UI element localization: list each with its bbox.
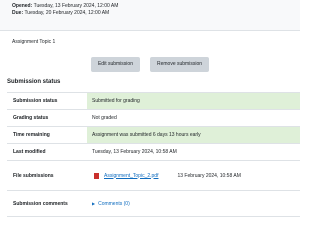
last-modified-value: Tuesday, 13 February 2024, 10:58 AM <box>87 143 300 161</box>
assignment-topic: Assignment Topic 1 <box>12 39 56 45</box>
row-label: Time remaining <box>7 126 87 144</box>
comments-link[interactable]: Comments (0) <box>98 201 130 207</box>
row-label: Grading status <box>7 109 87 127</box>
submission-status-value: Submitted for grading <box>87 92 300 110</box>
submission-actions: Edit submission Remove submission <box>0 57 300 72</box>
due-label: Due: <box>12 10 24 16</box>
file-submissions-cell: Assignment_Topic_2.pdf 13 February 2024,… <box>87 160 300 191</box>
grading-status-value: Not graded <box>87 109 300 127</box>
table-row: Time remaining Assignment was submitted … <box>7 126 300 144</box>
table-row: Submission status Submitted for grading <box>7 92 300 110</box>
due-value: Tuesday, 20 February 2024, 12:00 AM <box>24 10 110 16</box>
submission-status-heading: Submission status <box>7 79 61 85</box>
due-date: Due: Tuesday, 20 February 2024, 12:00 AM <box>12 10 300 17</box>
row-label: Submission comments <box>7 190 87 217</box>
row-label: Last modified <box>7 143 87 161</box>
remove-submission-button[interactable]: Remove submission <box>149 57 210 72</box>
file-link[interactable]: Assignment_Topic_2.pdf <box>104 173 158 179</box>
submission-status-table: Submission status Submitted for grading … <box>7 92 300 217</box>
file-entry: Assignment_Topic_2.pdf 13 February 2024,… <box>92 172 300 179</box>
opened-date: Opened: Tuesday, 13 February 2024, 12:00… <box>12 3 300 10</box>
pdf-icon <box>94 172 99 179</box>
comments-toggle[interactable]: ▶ Comments (0) <box>92 201 300 207</box>
submission-comments-cell: ▶ Comments (0) <box>87 190 300 217</box>
table-row: Submission comments ▶ Comments (0) <box>7 190 300 217</box>
row-label: File submissions <box>7 160 87 191</box>
caret-right-icon: ▶ <box>92 201 96 206</box>
file-date: 13 February 2024, 10:58 AM <box>177 172 241 179</box>
table-row: File submissions Assignment_Topic_2.pdf … <box>7 160 300 191</box>
row-label: Submission status <box>7 92 87 110</box>
opened-value: Tuesday, 13 February 2024, 12:00 AM <box>33 3 119 9</box>
table-row: Grading status Not graded <box>7 109 300 127</box>
table-row: Last modified Tuesday, 13 February 2024,… <box>7 143 300 161</box>
time-remaining-value: Assignment was submitted 6 days 13 hours… <box>87 126 300 144</box>
assignment-dates: Opened: Tuesday, 13 February 2024, 12:00… <box>0 0 300 31</box>
edit-submission-button[interactable]: Edit submission <box>90 57 140 72</box>
opened-label: Opened: <box>12 3 33 9</box>
